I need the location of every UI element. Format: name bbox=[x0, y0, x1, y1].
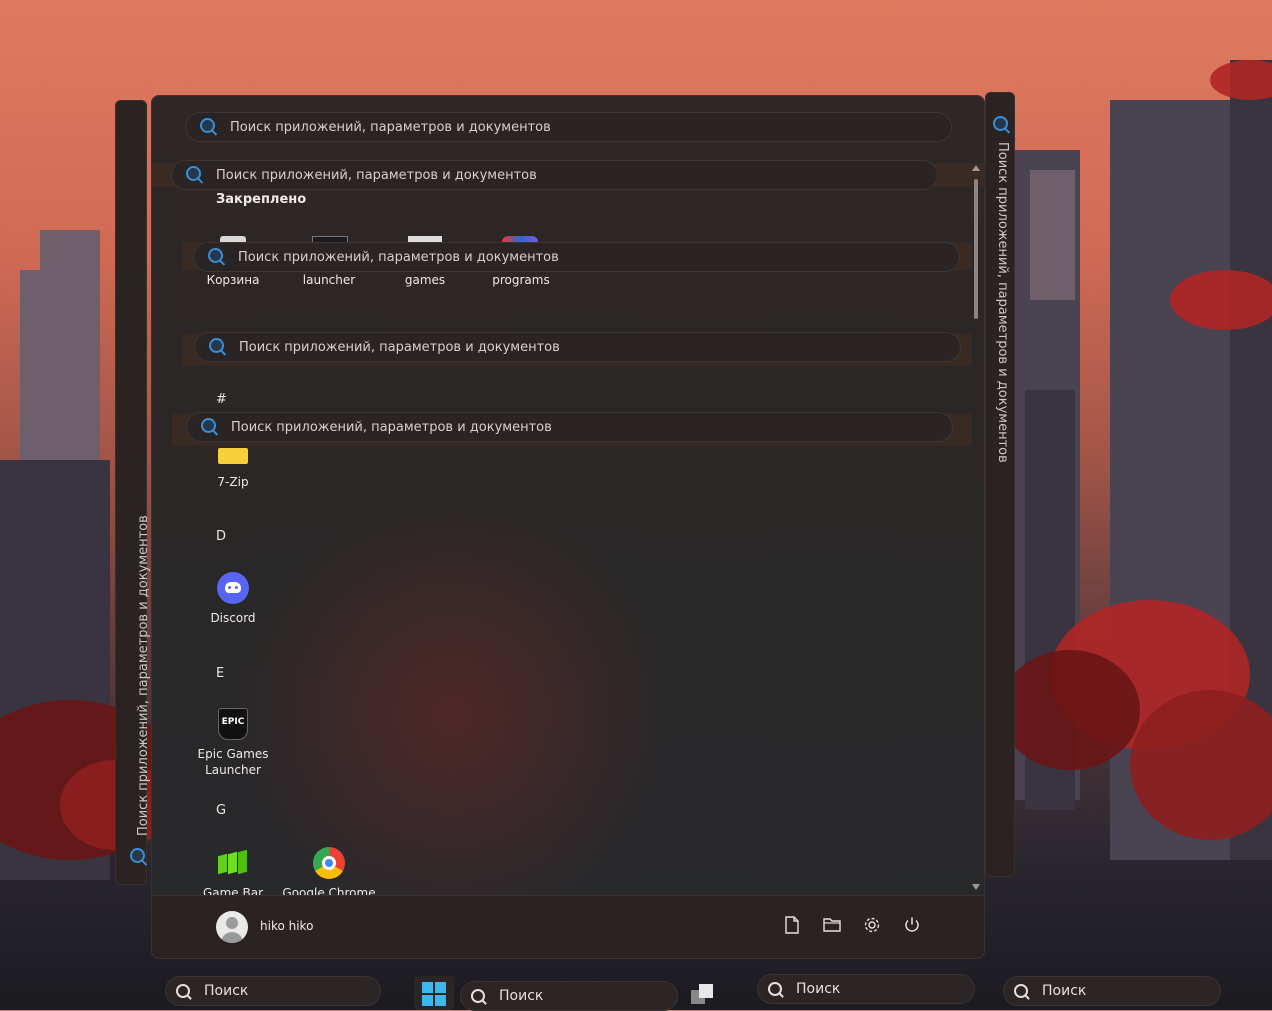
task-view-icon[interactable] bbox=[691, 984, 717, 1006]
app-label: Discord bbox=[210, 611, 256, 625]
chrome-icon bbox=[313, 847, 345, 879]
group-letter[interactable]: E bbox=[216, 666, 224, 681]
taskbar-search-label: Поиск bbox=[1042, 983, 1087, 999]
search-input[interactable]: Поиск приложений, параметров и документо… bbox=[185, 112, 952, 142]
search-input[interactable]: Поиск приложений, параметров и документо… bbox=[194, 332, 961, 362]
pinned-item[interactable]: launcher bbox=[281, 273, 377, 287]
taskbar-search[interactable]: Поиск bbox=[757, 974, 975, 1004]
document-icon[interactable] bbox=[781, 916, 803, 938]
scrollbar-thumb[interactable] bbox=[974, 179, 978, 319]
pinned-item[interactable]: programs bbox=[473, 273, 569, 287]
folder-icon bbox=[218, 448, 248, 464]
epic-games-icon: EPIC bbox=[218, 708, 248, 740]
start-footer: hiko hiko bbox=[152, 895, 984, 958]
group-letter[interactable]: # bbox=[216, 392, 227, 407]
search-icon bbox=[471, 989, 485, 1003]
search-placeholder: Поиск приложений, параметров и документо… bbox=[230, 119, 551, 135]
username[interactable]: hiko hiko bbox=[260, 919, 313, 933]
folder-icon[interactable] bbox=[821, 916, 843, 938]
search-input[interactable]: Поиск приложений, параметров и документо… bbox=[186, 412, 953, 442]
app-game-bar[interactable]: Game Bar bbox=[185, 847, 281, 901]
group-letter[interactable]: G bbox=[216, 803, 226, 818]
search-icon bbox=[768, 982, 782, 996]
pinned-label: Корзина bbox=[206, 273, 260, 287]
taskbar-search[interactable]: Поиск bbox=[165, 976, 381, 1006]
start-menu: Закреплено Корзина launcher games progra… bbox=[151, 95, 986, 959]
pinned-label: games bbox=[404, 273, 446, 287]
search-icon bbox=[209, 338, 227, 356]
right-search-strip-text: Поиск приложений, параметров и документо… bbox=[995, 142, 1010, 463]
discord-icon bbox=[217, 572, 249, 604]
right-search-strip-icon bbox=[993, 116, 1008, 131]
search-placeholder: Поиск приложений, параметров и документо… bbox=[238, 249, 559, 265]
search-icon bbox=[208, 248, 226, 266]
avatar[interactable] bbox=[216, 911, 248, 943]
pinned-label: launcher bbox=[302, 273, 356, 287]
search-icon bbox=[176, 984, 190, 998]
scroll-down-icon[interactable] bbox=[972, 884, 980, 890]
pinned-item[interactable]: games bbox=[377, 273, 473, 287]
left-search-strip-icon bbox=[130, 848, 145, 863]
windows-logo-icon bbox=[422, 982, 446, 1006]
app-label: 7-Zip bbox=[217, 475, 249, 489]
app-discord[interactable]: Discord bbox=[185, 572, 281, 626]
scrollbar[interactable] bbox=[972, 165, 980, 890]
search-input[interactable]: Поиск приложений, параметров и документо… bbox=[171, 160, 938, 190]
start-button[interactable] bbox=[414, 976, 454, 1010]
group-letter[interactable]: D bbox=[216, 529, 226, 544]
power-icon[interactable] bbox=[901, 916, 923, 938]
app-epic-games[interactable]: EPIC Epic Games Launcher bbox=[185, 708, 281, 778]
taskbar-search-label: Поиск bbox=[499, 988, 544, 1004]
pinned-item[interactable]: Корзина bbox=[185, 273, 281, 287]
gear-icon[interactable] bbox=[861, 916, 883, 938]
left-search-strip-text: Поиск приложений, параметров и документо… bbox=[136, 515, 151, 836]
search-placeholder: Поиск приложений, параметров и документо… bbox=[239, 339, 560, 355]
taskbar-search[interactable]: Поиск bbox=[1003, 976, 1221, 1006]
taskbar-search[interactable]: Поиск bbox=[460, 981, 678, 1011]
search-icon bbox=[201, 418, 219, 436]
pinned-title: Закреплено bbox=[216, 192, 307, 207]
app-label: Epic Games Launcher bbox=[197, 747, 269, 777]
taskbar-search-label: Поиск bbox=[204, 983, 249, 999]
pinned-label: programs bbox=[492, 273, 550, 287]
game-bar-icon bbox=[217, 847, 249, 879]
scroll-up-icon[interactable] bbox=[972, 165, 980, 171]
epic-logo-text: EPIC bbox=[221, 717, 245, 727]
search-placeholder: Поиск приложений, параметров и документо… bbox=[231, 419, 552, 435]
app-google-chrome[interactable]: Google Chrome bbox=[281, 847, 377, 901]
app-7zip[interactable]: 7-Zip bbox=[185, 446, 281, 490]
search-input[interactable]: Поиск приложений, параметров и документо… bbox=[193, 242, 960, 272]
search-icon bbox=[1014, 984, 1028, 998]
search-placeholder: Поиск приложений, параметров и документо… bbox=[216, 167, 537, 183]
search-icon bbox=[186, 166, 204, 184]
taskbar-search-label: Поиск bbox=[796, 981, 841, 997]
search-icon bbox=[200, 118, 218, 136]
